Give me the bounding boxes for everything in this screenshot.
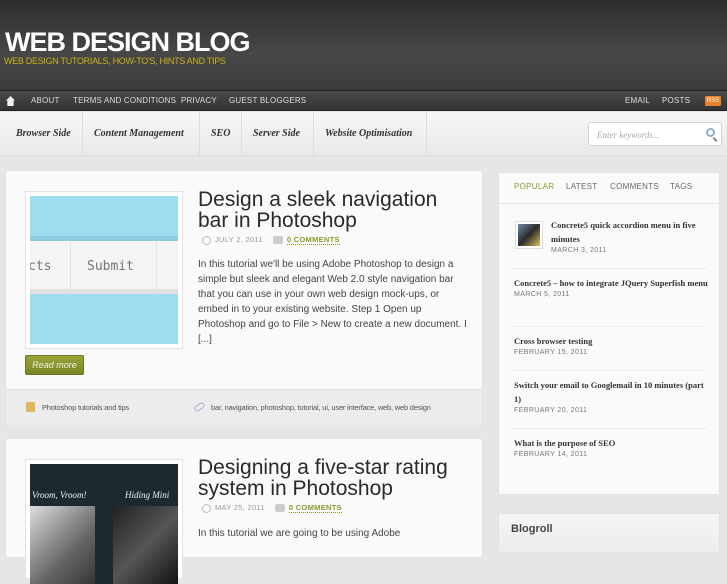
- post-thumbnail[interactable]: [515, 221, 543, 249]
- tag-icon: [193, 401, 206, 413]
- thumb-text: cts: [30, 259, 52, 274]
- sidebar-tabs-widget: POPULAR LATEST COMMENTS TAGS Concrete5 q…: [498, 172, 720, 495]
- post-thumbnail[interactable]: cts Submit: [25, 191, 183, 349]
- home-icon[interactable]: [6, 96, 15, 106]
- category-website-optimisation[interactable]: Website Optimisation: [314, 112, 427, 156]
- tab-comments[interactable]: COMMENTS: [610, 182, 659, 191]
- list-item[interactable]: Concrete5 – how to integrate JQuery Supe…: [514, 276, 709, 298]
- post-title[interactable]: Designing a five-star rating system in P…: [198, 457, 468, 499]
- tab-latest[interactable]: LATEST: [566, 182, 597, 191]
- post-footer: Photoshop tutorials and tips bar, naviga…: [6, 389, 482, 425]
- comment-icon: [274, 504, 285, 513]
- blogroll-widget: Blogroll: [498, 513, 720, 553]
- read-more-button[interactable]: Read more: [25, 355, 84, 375]
- thumb-text: Vroom, Vroom!: [32, 490, 87, 500]
- comment-icon: [272, 236, 283, 245]
- post-date: JULY 2, 2011: [215, 235, 263, 244]
- nav-guest-bloggers[interactable]: GUEST BLOGGERS: [229, 96, 306, 105]
- clock-icon: [202, 503, 211, 513]
- list-item[interactable]: What is the purpose of SEO FEBRUARY 14, 2…: [514, 436, 709, 458]
- post-excerpt: In this tutorial we'll be using Adobe Ph…: [198, 259, 467, 345]
- nav-terms[interactable]: TERMS AND CONDITIONS: [73, 96, 176, 105]
- post-meta: JULY 2, 2011 0 COMMENTS: [202, 235, 340, 245]
- nav-privacy[interactable]: PRIVACY: [181, 96, 217, 105]
- search-icon[interactable]: [706, 128, 715, 137]
- list-item[interactable]: Concrete5 quick accordion menu in five m…: [551, 218, 711, 254]
- comments-link[interactable]: 0 COMMENTS: [288, 503, 342, 513]
- comments-link[interactable]: 0 COMMENTS: [286, 235, 340, 245]
- thumb-text: Hiding Mini: [125, 490, 170, 500]
- widget-title: Blogroll: [511, 523, 553, 535]
- post-card: cts Submit Design a sleek navigation bar…: [5, 170, 483, 425]
- tab-tags[interactable]: TAGS: [670, 182, 692, 191]
- post-tags[interactable]: bar, navigation, photoshop, tutorial, ui…: [211, 403, 431, 412]
- top-nav: ABOUT TERMS AND CONDITIONS PRIVACY GUEST…: [0, 90, 727, 111]
- nav-email[interactable]: EMAIL: [625, 96, 650, 105]
- category-seo[interactable]: SEO: [200, 112, 242, 156]
- post-meta: MAY 25, 2011 0 COMMENTS: [202, 503, 342, 513]
- post-date: MAY 25, 2011: [215, 503, 265, 512]
- nav-about[interactable]: ABOUT: [31, 96, 60, 105]
- category-server-side[interactable]: Server Side: [242, 112, 314, 156]
- site-header: WEB DESIGN BLOG WEB DESIGN TUTORIALS, HO…: [0, 0, 727, 90]
- post-card: Vroom, Vroom! Hiding Mini Designing a fi…: [5, 438, 483, 584]
- post-category[interactable]: Photoshop tutorials and tips: [42, 403, 129, 412]
- nav-posts[interactable]: POSTS: [662, 96, 690, 105]
- site-title[interactable]: WEB DESIGN BLOG: [5, 27, 251, 58]
- folder-icon: [26, 402, 35, 412]
- category-content-management[interactable]: Content Management: [83, 112, 200, 156]
- post-title[interactable]: Design a sleek navigation bar in Photosh…: [198, 189, 468, 231]
- search-input[interactable]: Enter keywords...: [588, 122, 722, 146]
- post-excerpt: In this tutorial we are going to be usin…: [198, 528, 401, 539]
- tab-popular[interactable]: POPULAR: [514, 182, 554, 191]
- rss-icon[interactable]: RSS: [705, 96, 721, 106]
- thumb-text: Submit: [87, 259, 134, 274]
- list-item[interactable]: Cross browser testing FEBRUARY 15, 2011: [514, 334, 709, 356]
- clock-icon: [202, 235, 211, 245]
- site-tagline: WEB DESIGN TUTORIALS, HOW-TO'S, HINTS AN…: [4, 56, 226, 66]
- category-browser-side[interactable]: Browser Side: [5, 112, 83, 156]
- post-thumbnail[interactable]: Vroom, Vroom! Hiding Mini: [25, 459, 183, 584]
- list-item[interactable]: Switch your email to Googlemail in 10 mi…: [514, 378, 709, 414]
